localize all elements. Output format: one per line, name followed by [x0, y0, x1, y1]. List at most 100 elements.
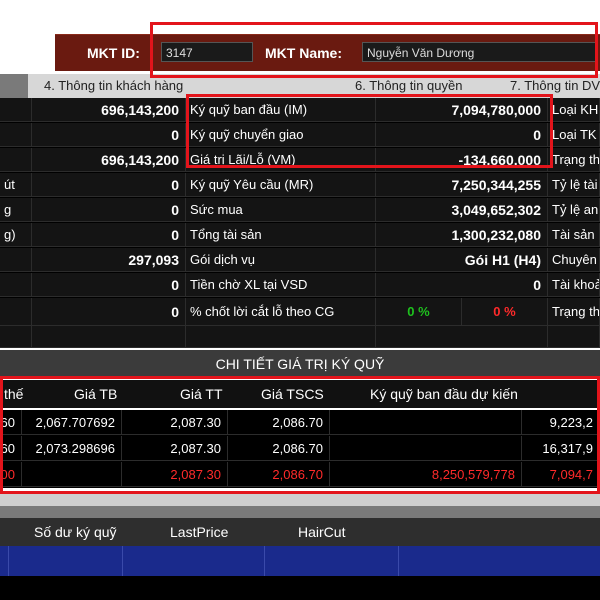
scrollbar-track[interactable]	[0, 494, 600, 506]
column-header-margin-balance[interactable]: Số dư ký quỹ	[34, 524, 117, 540]
left-value: 0	[32, 173, 186, 197]
take-profit-cell: 0 %	[376, 298, 462, 326]
left-value: 0	[32, 198, 186, 222]
right-label: Trạng th	[548, 148, 600, 172]
empty-area	[0, 576, 600, 600]
left-value: 297,093	[32, 248, 186, 272]
tab-rights-info[interactable]: 6. Thông tin quyền	[355, 78, 462, 93]
grid-row: 297,093 Gói dịch vụ Gói H1 (H4) Chuyên	[0, 248, 600, 273]
tab-previous[interactable]	[0, 74, 28, 98]
cell-avg-price: 2,067.707692	[22, 410, 122, 435]
initial-margin-label: Ký quỹ ban đầu (IM)	[186, 98, 376, 122]
variation-margin-value: -134,660,000	[376, 148, 548, 172]
row-label-left	[0, 98, 32, 122]
stop-loss-percent: 0 %	[493, 304, 516, 319]
mkt-id-field[interactable]: 3147	[161, 42, 253, 62]
grid-row: út 0 Ký quỹ Yêu cầu (MR) 7,250,344,255 T…	[0, 173, 600, 198]
cell-market-price: 2,087.30	[122, 462, 228, 487]
collateral-table-header: Số dư ký quỹ LastPrice HairCut	[0, 518, 600, 546]
service-package-value: Gói H1 (H4)	[376, 248, 548, 272]
cell-margin: 9,223,2	[522, 410, 600, 435]
transfer-margin-value: 0	[376, 123, 548, 147]
margin-detail-header: thế Giá TB Giá TT Giá TSCS Ký quỹ ban đầ…	[0, 380, 600, 408]
section-divider	[0, 494, 600, 518]
service-package-label: Gói dịch vụ	[186, 248, 376, 272]
grid-row: 0 % chốt lời cắt lỗ theo CG 0 % 0 % Trạn…	[0, 298, 600, 326]
variation-margin-label: Giá trị Lãi/Lỗ (VM)	[186, 148, 376, 172]
empty-cell	[186, 326, 376, 348]
margin-detail-title: CHI TIẾT GIÁ TRỊ KÝ QUỸ	[0, 350, 600, 378]
vsd-pending-label: Tiền chờ XL tại VSD	[186, 273, 376, 297]
selected-table-row[interactable]	[0, 546, 600, 576]
required-margin-value: 7,250,344,255	[376, 173, 548, 197]
column-header[interactable]: thế	[4, 386, 23, 402]
left-value: 0	[32, 273, 186, 297]
tab-service-info[interactable]: 7. Thông tin DV	[510, 78, 600, 93]
total-assets-value: 1,300,232,080	[376, 223, 548, 247]
row-label-left: g)	[0, 223, 32, 247]
empty-cell	[548, 326, 600, 348]
cell-margin: 7,094,7	[522, 462, 600, 487]
mkt-header-bar: MKT ID: 3147 MKT Name: Nguyễn Văn Dương	[55, 34, 600, 71]
right-label: Chuyên	[548, 248, 600, 272]
row-label-left	[0, 248, 32, 272]
table-total-row[interactable]: 00 2,087.30 2,086.70 8,250,579,778 7,094…	[0, 462, 600, 488]
transfer-margin-label: Ký quỹ chuyển giao	[186, 123, 376, 147]
column-header-haircut[interactable]: HairCut	[298, 524, 345, 540]
empty-cell	[376, 326, 548, 348]
row-label-left: út	[0, 173, 32, 197]
column-header-expected-initial-margin[interactable]: Ký quỹ ban đầu dự kiến	[370, 386, 518, 402]
column-header-last-price[interactable]: LastPrice	[170, 524, 228, 540]
row-label-left	[0, 273, 32, 297]
left-value: 0	[32, 298, 186, 326]
column-header-avg-price[interactable]: Giá TB	[74, 386, 117, 402]
cell-market-price: 2,087.30	[122, 436, 228, 461]
cell-expected-margin	[330, 436, 522, 461]
table-row[interactable]: 60 2,067.707692 2,087.30 2,086.70 9,223,…	[0, 410, 600, 436]
buying-power-label: Sức mua	[186, 198, 376, 222]
grid-row: 696,143,200 Ký quỹ ban đầu (IM) 7,094,78…	[0, 98, 600, 123]
row-label-left: g	[0, 198, 32, 222]
cell-margin: 16,317,9	[522, 436, 600, 461]
column-header-market-price[interactable]: Giá TT	[180, 386, 223, 402]
cell-qty: 60	[0, 410, 22, 435]
right-label: Trạng th	[548, 298, 600, 326]
grid-row-empty	[0, 326, 600, 348]
cell-expected-margin: 8,250,579,778	[330, 462, 522, 487]
vsd-pending-value: 0	[376, 273, 548, 297]
cell-qty: 60	[0, 436, 22, 461]
cell-underlying-price: 2,086.70	[228, 462, 330, 487]
cell-underlying-price: 2,086.70	[228, 436, 330, 461]
left-value: 696,143,200	[32, 98, 186, 122]
mkt-name-field[interactable]: Nguyễn Văn Dương	[362, 42, 598, 62]
right-label: Tỷ lệ tài	[548, 173, 600, 197]
right-label: Loại TK	[548, 123, 600, 147]
row-label-left	[0, 123, 32, 147]
account-summary-grid: 696,143,200 Ký quỹ ban đầu (IM) 7,094,78…	[0, 98, 600, 348]
grid-row: g 0 Sức mua 3,049,652,302 Tỷ lệ an	[0, 198, 600, 223]
empty-cell	[0, 326, 32, 348]
left-value: 696,143,200	[32, 148, 186, 172]
cell-market-price: 2,087.30	[122, 410, 228, 435]
cell-avg-price: 2,073.298696	[22, 436, 122, 461]
cell-avg-price	[22, 462, 122, 487]
table-row[interactable]: 60 2,073.298696 2,087.30 2,086.70 16,317…	[0, 436, 600, 462]
grid-row: 696,143,200 Giá trị Lãi/Lỗ (VM) -134,660…	[0, 148, 600, 173]
empty-cell	[32, 326, 186, 348]
grid-row: 0 Tiền chờ XL tại VSD 0 Tài khoả	[0, 273, 600, 298]
grid-row: g) 0 Tổng tài sản 1,300,232,080 Tài sản	[0, 223, 600, 248]
right-label: Tỷ lệ an	[548, 198, 600, 222]
buying-power-value: 3,049,652,302	[376, 198, 548, 222]
left-value: 0	[32, 123, 186, 147]
stop-loss-cell: 0 %	[462, 298, 548, 326]
grid-row: 0 Ký quỹ chuyển giao 0 Loại TK	[0, 123, 600, 148]
total-assets-label: Tổng tài sản	[186, 223, 376, 247]
take-profit-stop-loss-label: % chốt lời cắt lỗ theo CG	[186, 298, 376, 326]
row-label-left	[0, 148, 32, 172]
right-label: Tài sản	[548, 223, 600, 247]
mkt-name-label: MKT Name:	[265, 45, 343, 61]
right-label: Loại KH	[548, 98, 600, 122]
column-header-underlying-price[interactable]: Giá TSCS	[261, 386, 324, 402]
tab-customer-info[interactable]: 4. Thông tin khách hàng	[44, 78, 183, 93]
cell-expected-margin	[330, 410, 522, 435]
